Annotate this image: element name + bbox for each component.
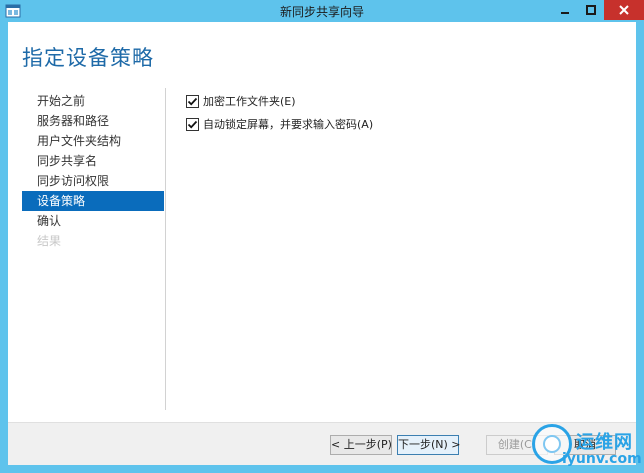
encrypt-checkbox[interactable]	[186, 94, 199, 108]
minimize-icon	[560, 5, 570, 15]
maximize-icon	[586, 5, 596, 15]
wizard-nav: 开始之前 服务器和路径 用户文件夹结构 同步共享名 同步访问权限 设备策略 确认…	[22, 91, 164, 251]
wizard-window: 新同步共享向导 指定设备策略 开始之前 服务器和路径 用户文件夹结构 同步共享名…	[0, 0, 644, 473]
nav-item-results: 结果	[37, 234, 62, 248]
policy-options: 加密工作文件夹(E) 自动锁定屏幕，并要求输入密码(A)	[186, 91, 373, 137]
watermark-logo: 运维网 iyunv.com	[532, 424, 642, 472]
window-title: 新同步共享向导	[279, 5, 364, 19]
next-button[interactable]: 下一步(N) >	[397, 435, 461, 455]
nav-item-device-policy[interactable]: 设备策略	[22, 191, 164, 211]
title-bar[interactable]: 新同步共享向导	[0, 0, 644, 22]
option-auto-lock-screen[interactable]: 自动锁定屏幕，并要求输入密码(A)	[186, 114, 373, 134]
nav-item-confirmation[interactable]: 确认	[22, 211, 164, 231]
nav-divider	[165, 88, 166, 410]
encrypt-label: 加密工作文件夹(E)	[203, 95, 296, 108]
nav-item-sync-share-name[interactable]: 同步共享名	[22, 151, 164, 171]
previous-button[interactable]: < 上一步(P)	[330, 435, 392, 455]
nav-item-before-you-begin[interactable]: 开始之前	[22, 91, 164, 111]
auto-lock-checkbox[interactable]	[186, 117, 199, 131]
watermark-en-text: iyunv.com	[562, 451, 642, 467]
close-icon	[619, 5, 629, 15]
option-encrypt-work-folders[interactable]: 加密工作文件夹(E)	[186, 91, 373, 111]
auto-lock-label: 自动锁定屏幕，并要求输入密码(A)	[203, 118, 374, 131]
minimize-button[interactable]	[552, 0, 578, 20]
maximize-button[interactable]	[578, 0, 604, 20]
checkmark-icon	[187, 97, 198, 105]
close-button[interactable]	[604, 0, 644, 20]
page-title: 指定设备策略	[22, 46, 154, 70]
nav-item-server-and-path[interactable]: 服务器和路径	[22, 111, 164, 131]
nav-item-sync-access[interactable]: 同步访问权限	[22, 171, 164, 191]
checkmark-icon	[187, 120, 198, 128]
nav-item-user-folder-structure[interactable]: 用户文件夹结构	[22, 131, 164, 151]
wizard-client-area: 指定设备策略 开始之前 服务器和路径 用户文件夹结构 同步共享名 同步访问权限 …	[8, 22, 636, 465]
